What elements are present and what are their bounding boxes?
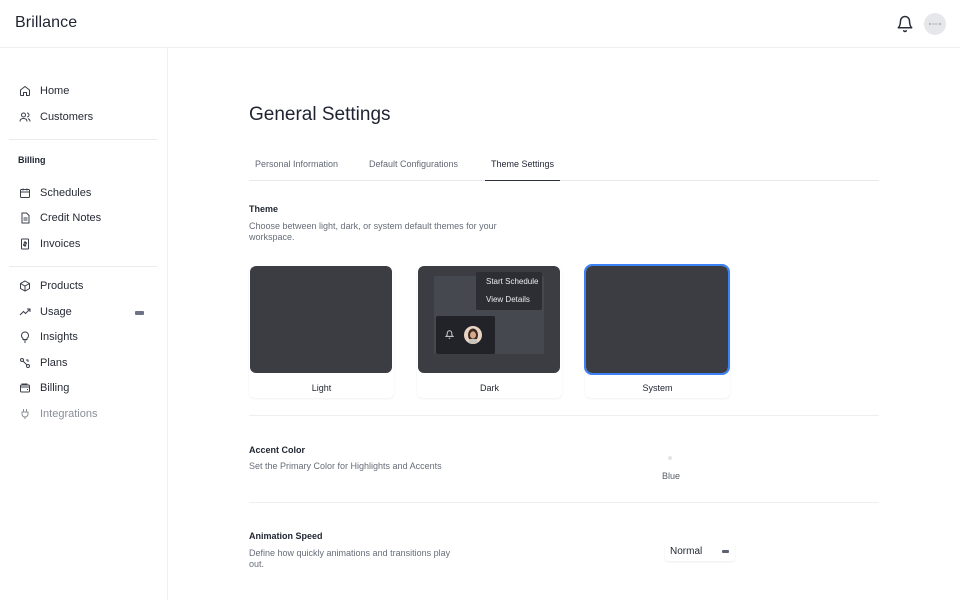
theme-preview-light xyxy=(250,266,392,373)
sidebar-item-billing[interactable]: Billing xyxy=(18,378,69,398)
avatar-placeholder-icon xyxy=(928,22,942,26)
animation-description-line: Define how quickly animations and transi… xyxy=(249,548,451,558)
sidebar-item-label: Schedules xyxy=(40,187,92,199)
theme-preview-system xyxy=(584,264,730,375)
sidebar-item-customers[interactable]: Customers xyxy=(18,107,93,127)
lightbulb-icon xyxy=(18,331,31,344)
sidebar-item-credit-notes[interactable]: Credit Notes xyxy=(18,208,101,228)
theme-option-label: Dark xyxy=(479,383,499,393)
settings-tabs: Personal Information Default Configurati… xyxy=(249,156,879,181)
sidebar-item-label: Products xyxy=(40,280,84,292)
sidebar-section-billing: Billing xyxy=(18,155,46,165)
users-icon xyxy=(18,111,31,124)
theme-description-line: workspace. xyxy=(249,232,295,242)
accent-section-description: Set the Primary Color for Highlights and… xyxy=(249,461,442,471)
theme-section-description: Choose between light, dark, or system de… xyxy=(249,221,497,243)
section-divider xyxy=(249,502,879,503)
preview-notification xyxy=(436,316,495,354)
sidebar-item-home[interactable]: Home xyxy=(18,81,69,101)
top-bar: Brillance xyxy=(0,0,960,48)
theme-preview-dark: Start Schedule View Details xyxy=(418,266,560,373)
preview-menu-item: Start Schedule xyxy=(486,277,539,286)
tab-theme-settings[interactable]: Theme Settings xyxy=(485,159,561,181)
sidebar-item-label: Integrations xyxy=(40,408,98,420)
animation-description-line: out. xyxy=(249,559,265,569)
theme-description-line: Choose between light, dark, or system de… xyxy=(249,221,497,231)
page-title: General Settings xyxy=(249,104,391,125)
sidebar-item-label: Credit Notes xyxy=(40,212,102,224)
animation-section-title: Animation Speed xyxy=(249,531,323,541)
sidebar-item-label: Plans xyxy=(40,357,68,369)
tab-default-configurations[interactable]: Default Configurations xyxy=(369,159,458,181)
collapse-indicator[interactable] xyxy=(135,311,144,315)
box-icon xyxy=(18,280,31,293)
calendar-icon xyxy=(18,187,31,200)
accent-section-title: Accent Color xyxy=(249,445,306,455)
user-avatar[interactable] xyxy=(924,13,946,35)
sidebar-item-label: Home xyxy=(40,85,70,97)
trending-up-icon xyxy=(18,306,31,319)
chevron-down-icon xyxy=(722,550,729,553)
sidebar-item-label: Usage xyxy=(40,306,72,318)
sidebar-item-label: Billing xyxy=(40,382,70,394)
bell-icon xyxy=(445,330,454,339)
sidebar-item-label: Invoices xyxy=(40,238,81,250)
section-divider xyxy=(249,415,879,416)
sidebar-item-usage[interactable]: Usage xyxy=(18,302,72,322)
sidebar-item-integrations[interactable]: Integrations xyxy=(18,404,97,424)
document-icon xyxy=(18,212,31,225)
theme-option-light[interactable]: Light xyxy=(249,265,394,398)
sidebar-item-products[interactable]: Products xyxy=(18,276,83,296)
brand-logo[interactable]: Brillance xyxy=(15,14,77,32)
animation-speed-select[interactable]: Normal xyxy=(665,542,735,561)
main-content: General Settings Personal Information De… xyxy=(168,48,960,600)
sidebar: Home Customers Billing Schedules Credit … xyxy=(0,48,168,600)
accent-color-value: Blue xyxy=(662,471,681,481)
home-icon xyxy=(18,85,31,98)
theme-option-label: System xyxy=(642,383,673,393)
sidebar-item-schedules[interactable]: Schedules xyxy=(18,183,91,203)
theme-section-title: Theme xyxy=(249,204,279,214)
bell-icon[interactable] xyxy=(896,15,914,33)
plug-icon xyxy=(18,408,31,421)
plans-icon xyxy=(18,357,31,370)
avatar xyxy=(464,326,482,344)
theme-option-label: Light xyxy=(311,383,332,393)
wallet-icon xyxy=(18,382,31,395)
tab-personal-information[interactable]: Personal Information xyxy=(255,159,338,181)
theme-option-dark[interactable]: Start Schedule View Details Dark xyxy=(417,265,562,398)
sidebar-divider xyxy=(9,266,157,267)
sidebar-item-invoices[interactable]: Invoices xyxy=(18,234,80,254)
sidebar-item-label: Insights xyxy=(40,331,78,343)
sidebar-divider xyxy=(9,139,157,140)
preview-menu-item: View Details xyxy=(486,295,530,304)
sidebar-item-plans[interactable]: Plans xyxy=(18,353,68,373)
theme-option-system[interactable]: System xyxy=(584,264,730,398)
animation-speed-value: Normal xyxy=(670,546,703,557)
sidebar-item-insights[interactable]: Insights xyxy=(18,327,78,347)
sidebar-item-label: Customers xyxy=(40,111,94,123)
animation-section-description: Define how quickly animations and transi… xyxy=(249,548,450,570)
accent-color-swatch[interactable] xyxy=(668,456,672,460)
invoice-icon xyxy=(18,238,31,251)
preview-context-menu: Start Schedule View Details xyxy=(476,272,542,310)
